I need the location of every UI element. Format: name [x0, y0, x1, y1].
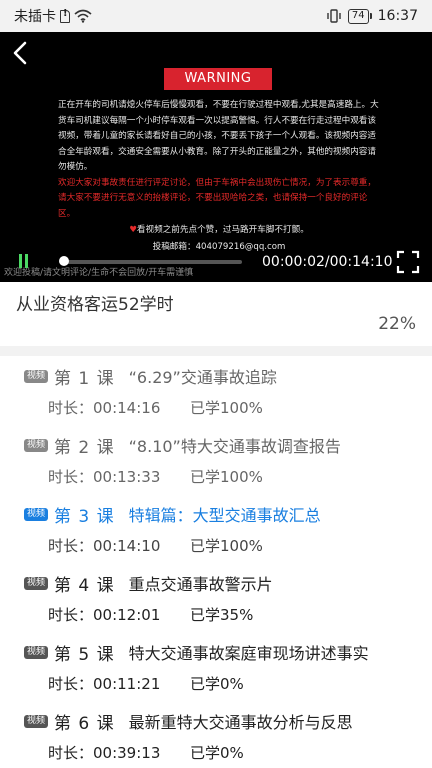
video-player[interactable]: WARNING 正在开车的司机请熄火停车后慢慢观看，不要在行驶过程中观看,尤其是…	[0, 32, 432, 282]
section-divider	[0, 346, 432, 356]
course-title: 从业资格客运52学时	[16, 295, 174, 315]
lesson-duration: 时长：00:14:10	[48, 536, 161, 555]
no-sim-icon	[60, 8, 70, 23]
carrier-label: 未插卡	[14, 9, 56, 25]
wifi-icon	[74, 9, 92, 23]
lesson-name: 特大交通事故案庭审现场讲述事实	[128, 644, 369, 663]
battery-icon: 74	[347, 8, 372, 24]
warning-banner: WARNING	[164, 68, 272, 90]
lesson-item[interactable]: 视频 第 1 课 “6.29”交通事故追踪 时长：00:14:16 已学100%	[0, 358, 432, 427]
lesson-number: 第 3 课	[54, 506, 115, 527]
lesson-studied: 已学35%	[190, 605, 254, 624]
time-readout: 00:00:02/00:14:10	[262, 254, 393, 270]
lesson-number: 第 4 课	[54, 575, 115, 596]
like-prompt: 看视频之前先点个赞，过马路开车脚不打颤。	[136, 225, 309, 235]
fullscreen-icon[interactable]	[396, 250, 420, 274]
video-tag: 视频	[24, 369, 49, 383]
safety-notice: 正在开车的司机请熄火停车后慢慢观看，不要在行驶过程中观看,尤其是高速路上。大货车…	[58, 98, 380, 255]
lesson-duration: 时长：00:13:33	[48, 467, 161, 486]
like-prompt-row: ♥看视频之前先点个赞，过马路开车脚不打颤。	[58, 223, 380, 239]
lesson-item-active[interactable]: 视频 第 3 课 特辑篇：大型交通事故汇总 时长：00:14:10 已学100%	[0, 496, 432, 565]
lesson-studied: 已学0%	[190, 674, 244, 693]
progress-bar[interactable]	[59, 256, 242, 266]
lesson-duration: 时长：00:39:13	[48, 743, 161, 762]
battery-level: 74	[347, 8, 369, 24]
notice-white-text: 正在开车的司机请熄火停车后慢慢观看，不要在行驶过程中观看,尤其是高速路上。大货车…	[58, 100, 379, 172]
clock: 16:37	[377, 8, 418, 24]
lesson-name: 特辑篇：大型交通事故汇总	[128, 506, 321, 525]
heart-icon: ♥	[129, 225, 137, 235]
lesson-studied: 已学0%	[190, 743, 244, 762]
video-tag: 视频	[24, 645, 49, 659]
video-tag: 视频	[24, 507, 49, 521]
lesson-number: 第 1 课	[54, 368, 115, 389]
lesson-studied: 已学100%	[190, 467, 263, 486]
lesson-studied: 已学100%	[190, 536, 263, 555]
video-tag: 视频	[24, 576, 49, 590]
back-arrow-icon[interactable]	[10, 40, 32, 66]
lesson-name: “8.10”特大交通事故调查报告	[128, 437, 341, 456]
notice-red-text: 欢迎大家对事故责任进行评定讨论，但由于车祸中会出现伤亡情况，为了表示尊重，请大家…	[58, 177, 376, 219]
video-tag: 视频	[24, 714, 49, 728]
lesson-item[interactable]: 视频 第 2 课 “8.10”特大交通事故调查报告 时长：00:13:33 已学…	[0, 427, 432, 496]
pause-button[interactable]	[18, 254, 30, 270]
lesson-name: “6.29”交通事故追踪	[128, 368, 277, 387]
lesson-list: 视频 第 1 课 “6.29”交通事故追踪 时长：00:14:16 已学100%…	[0, 358, 432, 768]
submit-email: 投稿邮箱：404079216@qq.com	[152, 241, 286, 252]
video-tag: 视频	[24, 438, 49, 452]
lesson-number: 第 6 课	[54, 713, 115, 734]
lesson-studied: 已学100%	[190, 398, 263, 417]
lesson-duration: 时长：00:14:16	[48, 398, 161, 417]
lesson-duration: 时长：00:11:21	[48, 674, 161, 693]
lesson-item[interactable]: 视频 第 4 课 重点交通事故警示片 时长：00:12:01 已学35%	[0, 565, 432, 634]
lesson-item[interactable]: 视频 第 5 课 特大交通事故案庭审现场讲述事实 时长：00:11:21 已学0…	[0, 634, 432, 703]
course-progress: 22%	[378, 314, 416, 334]
lesson-number: 第 5 课	[54, 644, 115, 665]
lesson-name: 最新重特大交通事故分析与反思	[128, 713, 353, 732]
vibrate-icon	[327, 9, 341, 23]
lesson-name: 重点交通事故警示片	[128, 575, 273, 594]
lesson-item[interactable]: 视频 第 6 课 最新重特大交通事故分析与反思 时长：00:39:13 已学0%	[0, 703, 432, 768]
lesson-number: 第 2 课	[54, 437, 115, 458]
status-bar: 未插卡 74 16:37	[0, 0, 432, 32]
lesson-duration: 时长：00:12:01	[48, 605, 161, 624]
scrolling-caption: 欢迎投稿/请文明评论/生命不会回放/开车需谨慎	[4, 268, 194, 278]
